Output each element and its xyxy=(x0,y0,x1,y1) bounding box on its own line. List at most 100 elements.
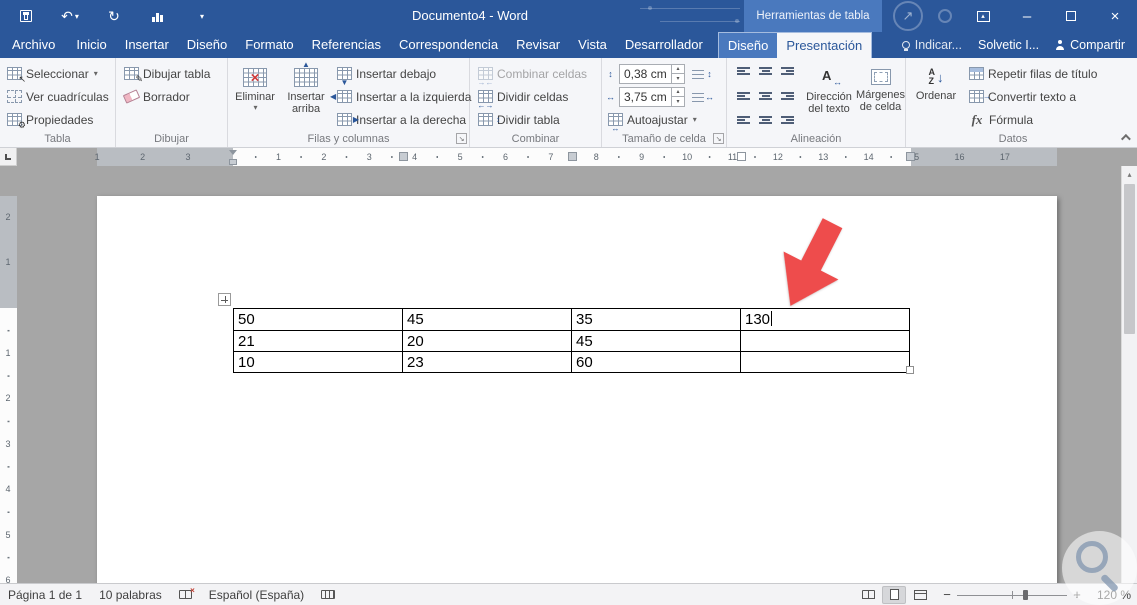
tab-correspondencia[interactable]: Correspondencia xyxy=(390,32,507,58)
vertical-scrollbar[interactable]: ▴ xyxy=(1121,166,1137,583)
align-center-right-button[interactable] xyxy=(777,85,798,105)
account-name[interactable]: Solvetic I... xyxy=(978,38,1039,52)
align-bottom-left-button[interactable] xyxy=(733,108,754,128)
align-center-center-button[interactable] xyxy=(755,85,776,105)
tab-archivo[interactable]: Archivo xyxy=(0,32,67,58)
scrollbar-thumb[interactable] xyxy=(1124,184,1135,334)
spin-down-button[interactable]: ▾ xyxy=(672,97,684,106)
scroll-up-button[interactable]: ▴ xyxy=(1122,166,1137,182)
cell-margins-button[interactable]: Márgenes de celda xyxy=(856,61,905,131)
insert-above-button[interactable]: ▲ Insertar arriba xyxy=(282,61,330,131)
column-marker[interactable] xyxy=(737,152,746,161)
table-cell[interactable]: 130 xyxy=(740,308,910,331)
ribbon-display-options-button[interactable]: ▴ xyxy=(961,0,1005,32)
first-line-indent-marker[interactable] xyxy=(229,150,237,155)
column-marker[interactable] xyxy=(568,152,577,161)
table-cell[interactable]: 60 xyxy=(571,351,741,373)
insert-right-button[interactable]: ▶ Insertar a la derecha xyxy=(334,109,469,130)
redo-button[interactable]: ↻ xyxy=(92,0,136,32)
web-layout-button[interactable] xyxy=(908,586,932,604)
sort-button[interactable]: A Z ↓ Ordenar xyxy=(912,61,960,131)
share-button[interactable]: Compartir xyxy=(1055,38,1125,52)
print-layout-button[interactable] xyxy=(882,585,906,604)
save-button[interactable] xyxy=(4,0,48,32)
zoom-slider[interactable] xyxy=(957,587,1067,603)
align-bottom-right-button[interactable] xyxy=(777,108,798,128)
distribute-columns-button[interactable]: ↔ xyxy=(692,91,714,102)
align-top-right-button[interactable] xyxy=(777,62,798,82)
repeat-header-rows-button[interactable]: Repetir filas de título xyxy=(966,63,1100,84)
read-mode-button[interactable] xyxy=(856,586,880,604)
view-gridlines-button[interactable]: Ver cuadrículas xyxy=(4,86,112,107)
tell-me-box[interactable]: Indicar... xyxy=(901,38,962,52)
cell-width-input[interactable]: 3,75 cm ▴ ▾ xyxy=(619,86,685,107)
table-cell[interactable]: 21 xyxy=(233,330,403,352)
dialog-launcher[interactable]: ↘ xyxy=(713,133,724,144)
distribute-rows-button[interactable]: ↕ xyxy=(692,68,714,79)
table-cell[interactable]: 45 xyxy=(402,308,572,331)
spin-down-button[interactable]: ▾ xyxy=(672,74,684,83)
undo-button[interactable]: ↶ ▾ xyxy=(48,0,92,32)
tab-desarrollador[interactable]: Desarrollador xyxy=(616,32,712,58)
table-cell[interactable]: 20 xyxy=(402,330,572,352)
text-direction-button[interactable]: A ↔ Dirección del texto xyxy=(803,61,855,131)
column-marker[interactable] xyxy=(399,152,408,161)
autofit-button[interactable]: ↔ Autoajustar ▾ xyxy=(605,109,700,133)
table-cell[interactable] xyxy=(740,330,910,352)
insert-below-button[interactable]: ▼ Insertar debajo xyxy=(334,63,439,87)
minimize-button[interactable]: – xyxy=(1005,0,1049,32)
align-bottom-center-button[interactable] xyxy=(755,108,776,128)
collapse-ribbon-button[interactable] xyxy=(1116,131,1132,144)
insert-left-button[interactable]: ◀ Insertar a la izquierda xyxy=(330,86,474,107)
table-cell[interactable]: 23 xyxy=(402,351,572,373)
formula-button[interactable]: fx Fórmula xyxy=(966,109,1036,130)
tab-inicio[interactable]: Inicio xyxy=(67,32,115,58)
tab-selector[interactable] xyxy=(0,148,17,166)
spin-up-button[interactable]: ▴ xyxy=(672,88,684,97)
align-top-left-button[interactable] xyxy=(733,62,754,82)
language-indicator[interactable]: Español (España) xyxy=(209,588,304,602)
word-count[interactable]: 10 palabras xyxy=(99,588,162,602)
table-cell[interactable]: 10 xyxy=(233,351,403,373)
close-button[interactable]: × xyxy=(1093,0,1137,32)
tab-diseno[interactable]: Diseño xyxy=(178,32,236,58)
dialog-launcher[interactable]: ↘ xyxy=(456,133,467,144)
proofing-status[interactable]: × xyxy=(178,586,195,599)
table-cell[interactable]: 45 xyxy=(571,330,741,352)
tab-vista[interactable]: Vista xyxy=(569,32,616,58)
keyboard-indicator[interactable] xyxy=(321,590,336,599)
align-top-center-button[interactable] xyxy=(755,62,776,82)
customize-quick-access-button[interactable]: ▾ xyxy=(180,0,224,32)
merge-cells-button[interactable]: →← Combinar celdas xyxy=(475,63,590,87)
quick-table-button[interactable] xyxy=(136,0,180,32)
tab-referencias[interactable]: Referencias xyxy=(303,32,390,58)
properties-button[interactable]: ⚙ Propiedades xyxy=(4,109,96,130)
split-table-button[interactable]: ↕ Dividir tabla xyxy=(475,109,563,130)
tab-revisar[interactable]: Revisar xyxy=(507,32,569,58)
draw-table-button[interactable]: ✎ Dibujar tabla xyxy=(121,63,213,84)
table-move-handle[interactable] xyxy=(218,293,231,306)
tab-presentacion[interactable]: Presentación xyxy=(777,33,872,58)
zoom-slider-thumb[interactable] xyxy=(1023,589,1028,600)
align-center-left-button[interactable] xyxy=(733,85,754,105)
tab-insertar[interactable]: Insertar xyxy=(116,32,178,58)
select-button[interactable]: ↖ Seleccionar ▾ xyxy=(4,63,101,84)
tab-formato[interactable]: Formato xyxy=(236,32,302,58)
convert-to-text-button[interactable]: → Convertir texto a xyxy=(966,86,1079,107)
table-cell[interactable]: 50 xyxy=(233,308,403,331)
spin-up-button[interactable]: ▴ xyxy=(672,65,684,74)
table-cell[interactable]: 35 xyxy=(571,308,741,331)
zoom-out-button[interactable]: − xyxy=(939,587,955,602)
split-cells-button[interactable]: ←→ Dividir celdas xyxy=(475,86,571,110)
tab-diseno-tabla[interactable]: Diseño xyxy=(719,33,777,58)
document-page[interactable]: 50 45 35 130 21 20 45 10 23 60 xyxy=(97,196,1057,583)
table-resize-handle[interactable] xyxy=(906,366,914,374)
table-cell[interactable] xyxy=(740,351,910,373)
cell-height-input[interactable]: 0,38 cm ▴ ▾ xyxy=(619,63,685,84)
eraser-button[interactable]: Borrador xyxy=(121,86,193,107)
delete-button[interactable]: × Eliminar ▾ xyxy=(234,61,276,131)
maximize-button[interactable] xyxy=(1049,0,1093,32)
page-indicator[interactable]: Página 1 de 1 xyxy=(8,588,82,602)
left-indent-marker[interactable] xyxy=(229,159,237,165)
column-marker[interactable] xyxy=(906,152,915,161)
